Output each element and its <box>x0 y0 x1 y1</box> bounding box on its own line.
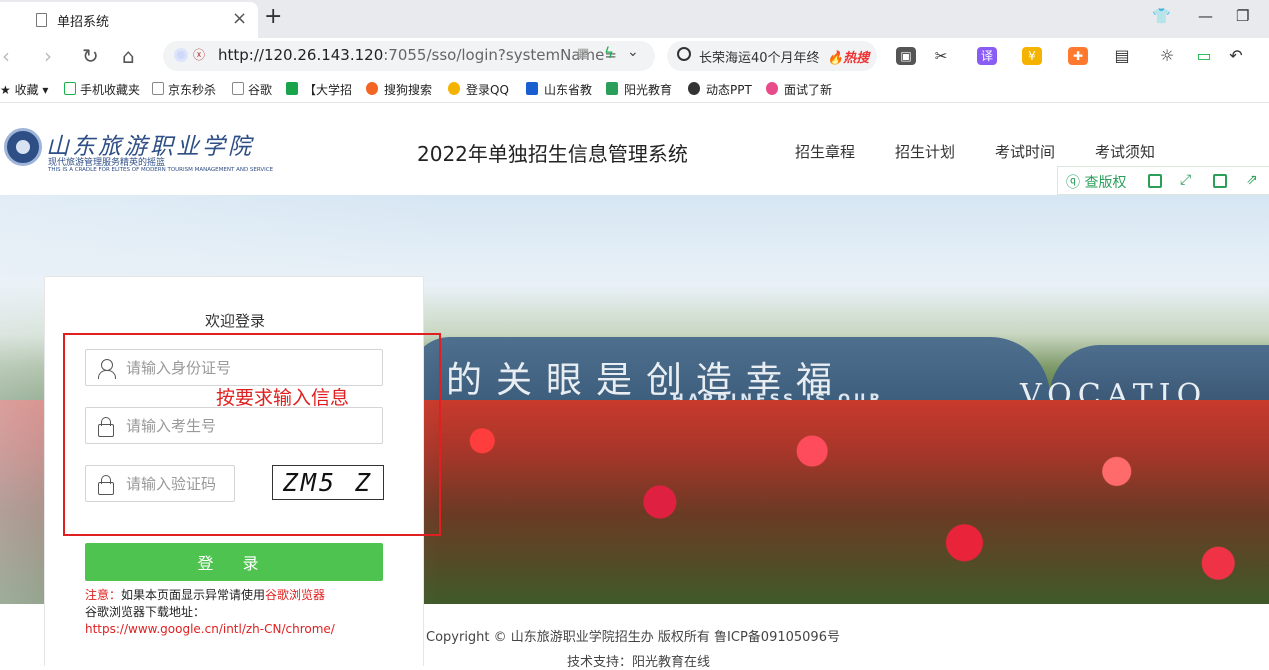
floating-toolstrip: ⓠ 查版权 ⤢ ⇗ <box>1057 166 1269 195</box>
url-text[interactable]: http://120.26.143.120:7055/sso/login?sys… <box>218 46 617 64</box>
scissors-icon[interactable]: ✂ <box>931 47 951 65</box>
bookmark-icon[interactable] <box>1148 174 1162 188</box>
annotation-box <box>63 333 441 536</box>
nav-item-exam-time[interactable]: 考试时间 <box>995 141 1055 162</box>
new-tab-icon[interactable]: + <box>264 4 282 29</box>
sun-edu-icon <box>606 82 618 95</box>
annotation-text: 按要求输入信息 <box>216 387 350 409</box>
school-logo[interactable]: 山东旅游职业学院 现代旅游管理服务精英的摇篮 THIS IS A CRADLE … <box>0 103 288 195</box>
chevron-down-icon[interactable]: ⌄ <box>627 44 639 60</box>
page-icon <box>36 13 47 27</box>
chrome-link[interactable]: 谷歌浏览器 <box>265 588 325 602</box>
site-header: 山东旅游职业学院 现代旅游管理服务精英的摇篮 THIS IS A CRADLE … <box>0 103 1269 195</box>
notice-text: 如果本页面显示异常请使用 <box>121 588 266 602</box>
bookmark-item[interactable]: 搜狗搜索 <box>384 81 436 98</box>
brightness-icon[interactable]: ☼ <box>1157 47 1177 65</box>
site-info-icon[interactable] <box>174 48 188 62</box>
login-heading: 欢迎登录 <box>204 312 265 330</box>
logo-subtitle-en: THIS IS A CRADLE FOR ELITES OF MODERN TO… <box>48 167 274 173</box>
page-icon <box>152 82 164 95</box>
bookmark-item[interactable]: 阳光教育 <box>624 81 672 98</box>
qq-icon <box>448 82 460 95</box>
bookmark-item[interactable]: 山东省教 <box>544 81 592 98</box>
browser-tab[interactable]: 单招系统 × <box>0 2 258 38</box>
nav-item-admission-plan[interactable]: 招生计划 <box>895 141 955 162</box>
bookmark-item[interactable]: 动态PPT <box>706 81 752 98</box>
bookmark-item[interactable]: 京东秒杀 <box>168 81 220 98</box>
fullscreen-icon[interactable]: ⤢ <box>1180 172 1191 188</box>
close-tab-icon[interactable]: × <box>232 8 247 29</box>
shirt-icon[interactable]: 👕 <box>1152 7 1171 25</box>
restore-icon[interactable]: ❐ <box>1236 7 1249 25</box>
search-query: 长荣海运40个月年终 <box>699 51 820 66</box>
nav-item-admission-rules[interactable]: 招生章程 <box>795 141 855 162</box>
copyright-check-button[interactable]: ⓠ 查版权 <box>1066 172 1126 192</box>
tab-strip: 单招系统 × + 👕 — ❐ <box>0 0 1269 38</box>
site-icon <box>286 82 298 95</box>
forward-icon[interactable]: › <box>44 44 52 68</box>
bookmark-item[interactable]: 面试了新 <box>784 81 832 98</box>
share-icon[interactable]: ⇗ <box>1246 172 1258 188</box>
address-bar[interactable]: ⓧ http://120.26.143.120:7055/sso/login?s… <box>163 41 655 71</box>
bookmark-item[interactable]: 谷歌 <box>248 81 276 98</box>
apps-grid-icon[interactable]: ▤ <box>1112 47 1132 65</box>
home-icon[interactable]: ⌂ <box>122 44 135 68</box>
search-box[interactable]: 长荣海运40个月年终 🔥热搜 <box>667 41 877 71</box>
download-url-link[interactable]: https://www.google.cn/intl/zh-CN/chrome/ <box>85 622 335 636</box>
footer-support: 技术支持：阳光教育在线 <box>567 655 711 670</box>
game-icon[interactable]: ✚ <box>1068 47 1088 65</box>
insecure-icon: ⓧ <box>193 48 206 62</box>
back-icon[interactable]: ‹ <box>2 44 10 68</box>
tab-title: 单招系统 <box>57 15 110 30</box>
panda-icon <box>688 82 700 95</box>
phone-icon <box>64 82 76 95</box>
edu-icon <box>526 82 538 95</box>
coupon-icon[interactable]: ¥ <box>1022 47 1042 65</box>
qr-icon[interactable]: ▦ <box>577 46 589 61</box>
footer-copyright: Copyright © 山东旅游职业学院招生办 版权所有 鲁ICP备091050… <box>426 630 840 645</box>
school-seal-icon <box>4 128 42 166</box>
download-label: 谷歌浏览器下载地址： <box>85 605 206 619</box>
page-title: 2022年单独招生信息管理系统 <box>417 142 688 166</box>
flower-icon <box>766 82 778 95</box>
notice-prefix: 注意： <box>85 588 122 602</box>
battery-icon[interactable]: ▭ <box>1194 47 1214 65</box>
bolt-icon[interactable]: ϟ <box>604 44 614 62</box>
bookmarks-bar: ★ 收藏 ▾ 手机收藏夹 京东秒杀 谷歌 【大学招 搜狗搜索 登录QQ 山东省教… <box>0 75 1269 103</box>
save-icon[interactable] <box>1213 174 1227 188</box>
page-icon <box>232 82 244 95</box>
undo-icon[interactable]: ↶ <box>1226 47 1246 65</box>
hot-search-badge[interactable]: 🔥热搜 <box>827 47 869 66</box>
reader-icon[interactable]: ▣ <box>896 47 916 65</box>
nav-item-exam-notice[interactable]: 考试须知 <box>1095 141 1155 162</box>
browser-notice: 注意：如果本页面显示异常请使用谷歌浏览器 谷歌浏览器下载地址： https://… <box>85 587 405 638</box>
bookmark-item[interactable]: 【大学招 <box>304 81 354 98</box>
translate-icon[interactable]: 译 <box>977 47 997 65</box>
bookmark-item[interactable]: 登录QQ <box>466 81 512 98</box>
reload-icon[interactable]: ↻ <box>82 44 99 68</box>
minimize-icon[interactable]: — <box>1198 7 1213 25</box>
sogou-icon <box>366 82 378 95</box>
bookmark-item[interactable]: ★ 收藏 ▾ <box>0 81 58 98</box>
search-icon <box>677 47 691 61</box>
bookmark-item[interactable]: 手机收藏夹 <box>80 81 142 98</box>
browser-toolbar: ‹ › ↻ ⌂ ⓧ http://120.26.143.120:7055/sso… <box>0 38 1269 74</box>
login-button[interactable]: 登 录 <box>85 543 383 581</box>
